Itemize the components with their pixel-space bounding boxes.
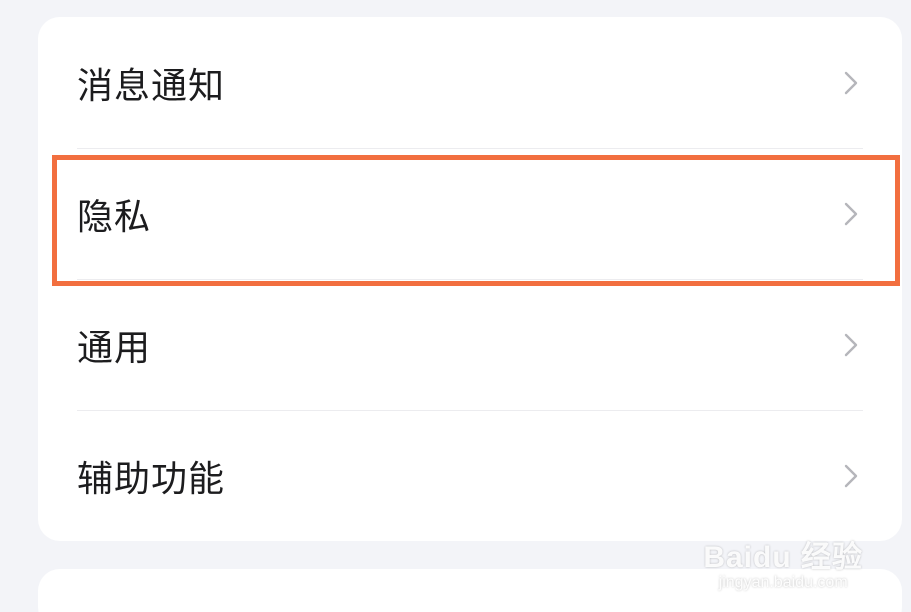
settings-page: 消息通知 隐私 通用 辅助功能 Baidu 经验 jingyan.baidu.c… [0,0,911,612]
settings-card-secondary [38,569,902,612]
settings-item-accessibility[interactable]: 辅助功能 [38,410,902,541]
settings-item-label: 辅助功能 [77,458,226,500]
chevron-right-icon [844,464,858,487]
settings-card: 消息通知 隐私 通用 辅助功能 [38,17,902,541]
chevron-right-icon [844,71,858,94]
settings-item-label: 隐私 [77,196,152,238]
settings-item-privacy[interactable]: 隐私 [38,148,902,279]
settings-item-label: 消息通知 [77,65,226,107]
settings-item-label: 通用 [77,327,152,369]
settings-item-general[interactable]: 通用 [38,279,902,410]
chevron-right-icon [844,333,858,356]
chevron-right-icon [844,202,858,225]
settings-item-notifications[interactable]: 消息通知 [38,17,902,148]
